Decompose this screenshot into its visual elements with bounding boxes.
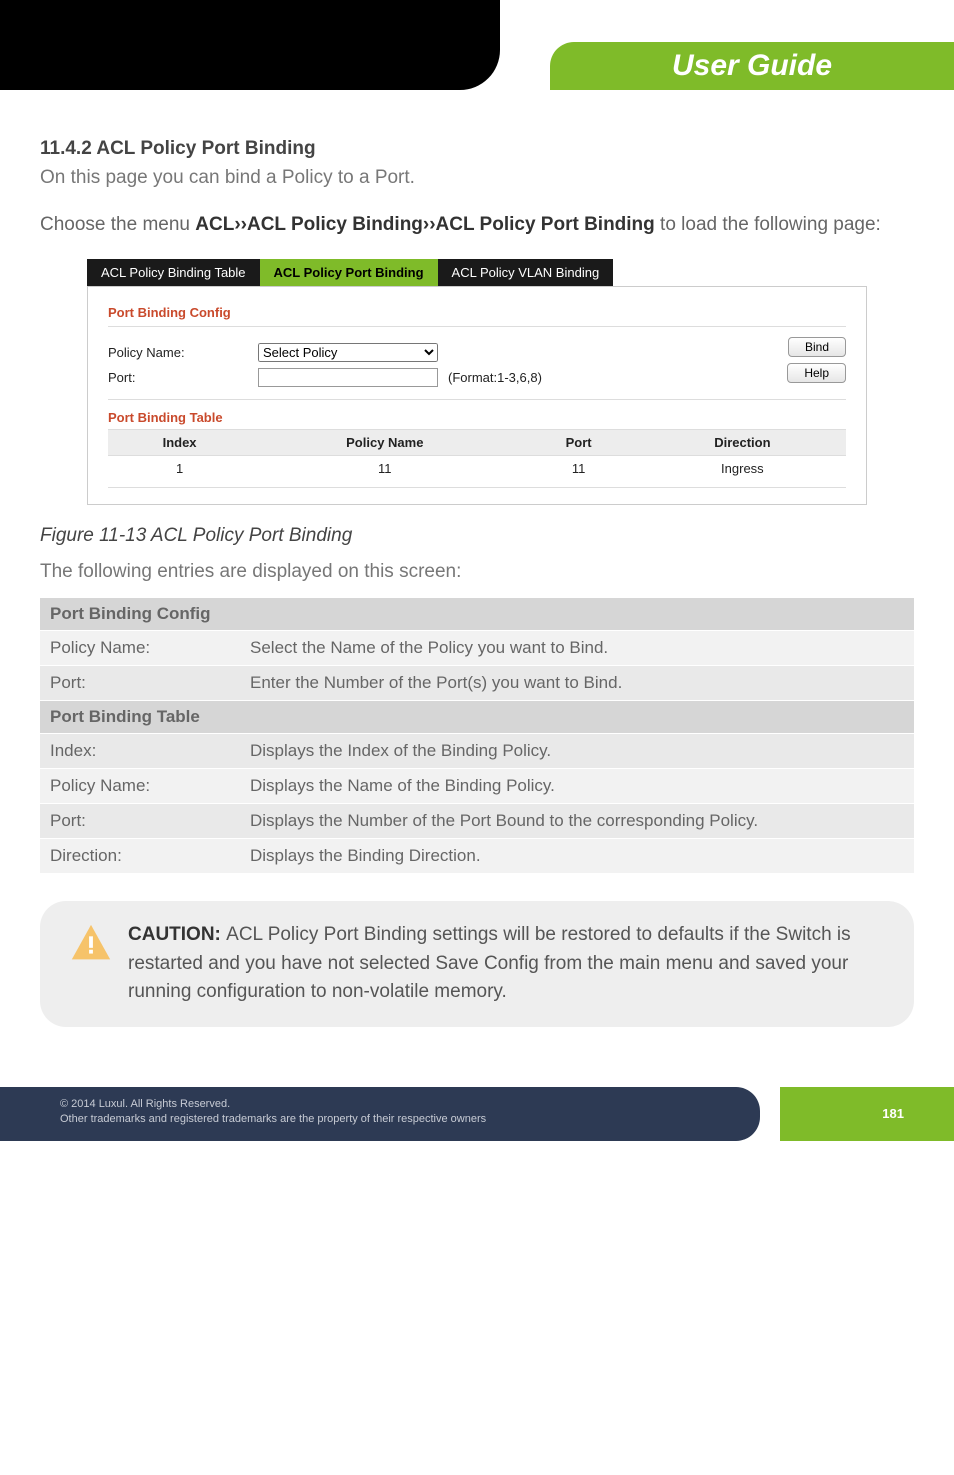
port-binding-config-title: Port Binding Config bbox=[108, 305, 846, 320]
k-direction: Direction: bbox=[40, 839, 240, 874]
footer-copyright-panel: © 2014 Luxul. All Rights Reserved. Other… bbox=[0, 1087, 760, 1141]
caution-body: ACL Policy Port Binding settings will be… bbox=[128, 924, 851, 1002]
k-port-2: Port: bbox=[40, 804, 240, 839]
entries-intro: The following entries are displayed on t… bbox=[40, 561, 914, 583]
banner-black-shape bbox=[0, 0, 500, 90]
footer-page-panel: 181 bbox=[780, 1087, 954, 1141]
th-index: Index bbox=[108, 430, 251, 456]
tab-port-binding[interactable]: ACL Policy Port Binding bbox=[260, 259, 438, 286]
port-format-hint: (Format:1-3,6,8) bbox=[448, 370, 542, 385]
th-port: Port bbox=[518, 430, 638, 456]
v-port-2: Displays the Number of the Port Bound to… bbox=[240, 804, 914, 839]
menu-prefix: Choose the menu bbox=[40, 214, 195, 235]
port-input[interactable] bbox=[258, 368, 438, 387]
tab-row: ACL Policy Binding Table ACL Policy Port… bbox=[87, 259, 867, 286]
th-direction: Direction bbox=[639, 430, 846, 456]
port-binding-table-title: Port Binding Table bbox=[108, 410, 846, 425]
table-row: Port:Enter the Number of the Port(s) you… bbox=[40, 666, 914, 701]
help-button[interactable]: Help bbox=[787, 363, 846, 383]
divider bbox=[108, 487, 846, 488]
table-row: Policy Name:Select the Name of the Polic… bbox=[40, 631, 914, 666]
section-heading: 11.4.2 ACL Policy Port Binding bbox=[40, 138, 914, 160]
caution-label: CAUTION: bbox=[128, 924, 226, 945]
k-port: Port: bbox=[40, 666, 240, 701]
k-index: Index: bbox=[40, 734, 240, 769]
port-binding-table: Index Policy Name Port Direction 1 11 11… bbox=[108, 429, 846, 481]
v-port: Enter the Number of the Port(s) you want… bbox=[240, 666, 914, 701]
caution-box: CAUTION: ACL Policy Port Binding setting… bbox=[40, 901, 914, 1027]
table-row: Index:Displays the Index of the Binding … bbox=[40, 734, 914, 769]
caution-text: CAUTION: ACL Policy Port Binding setting… bbox=[128, 921, 886, 1007]
k-policy-name: Policy Name: bbox=[40, 631, 240, 666]
tab-binding-table[interactable]: ACL Policy Binding Table bbox=[87, 259, 260, 286]
panel: Port Binding Config Policy Name: Select … bbox=[87, 286, 867, 505]
top-banner: User Guide bbox=[0, 0, 954, 130]
v-policy-name-2: Displays the Name of the Binding Policy. bbox=[240, 769, 914, 804]
desc-header-row: Port Binding Table bbox=[40, 701, 914, 734]
section-intro: On this page you can bind a Policy to a … bbox=[40, 164, 914, 193]
divider bbox=[108, 399, 846, 400]
menu-path-bold: ACL››ACL Policy Binding››ACL Policy Port… bbox=[195, 214, 655, 235]
policy-name-row: Policy Name: Select Policy bbox=[108, 343, 787, 362]
page-number: 181 bbox=[882, 1106, 904, 1121]
bind-button[interactable]: Bind bbox=[788, 337, 846, 357]
figure-caption: Figure 11-13 ACL Policy Port Binding bbox=[40, 525, 914, 547]
description-table: Port Binding Config Policy Name:Select t… bbox=[40, 597, 914, 873]
desc-header-row: Port Binding Config bbox=[40, 598, 914, 631]
v-policy-name: Select the Name of the Policy you want t… bbox=[240, 631, 914, 666]
banner-title: User Guide bbox=[672, 49, 832, 83]
policy-name-select[interactable]: Select Policy bbox=[258, 343, 438, 362]
port-row: Port: (Format:1-3,6,8) bbox=[108, 368, 787, 387]
table-header-row: Index Policy Name Port Direction bbox=[108, 430, 846, 456]
policy-name-label: Policy Name: bbox=[108, 345, 258, 360]
banner-green-shape: User Guide bbox=[550, 42, 954, 90]
footer-line-2: Other trademarks and registered trademar… bbox=[60, 1112, 700, 1127]
menu-path: Choose the menu ACL››ACL Policy Binding›… bbox=[40, 211, 914, 240]
table-row: Port:Displays the Number of the Port Bou… bbox=[40, 804, 914, 839]
v-direction: Displays the Binding Direction. bbox=[240, 839, 914, 874]
warning-icon bbox=[68, 921, 114, 1007]
cell-index: 1 bbox=[108, 456, 251, 482]
k-policy-name-2: Policy Name: bbox=[40, 769, 240, 804]
table-row: Policy Name:Displays the Name of the Bin… bbox=[40, 769, 914, 804]
desc-header-2: Port Binding Table bbox=[40, 701, 914, 734]
v-index: Displays the Index of the Binding Policy… bbox=[240, 734, 914, 769]
th-policy: Policy Name bbox=[251, 430, 518, 456]
cell-port: 11 bbox=[518, 456, 638, 482]
footer-line-1: © 2014 Luxul. All Rights Reserved. bbox=[60, 1097, 700, 1112]
tab-vlan-binding[interactable]: ACL Policy VLAN Binding bbox=[438, 259, 614, 286]
footer: © 2014 Luxul. All Rights Reserved. Other… bbox=[0, 1087, 954, 1141]
menu-suffix: to load the following page: bbox=[655, 214, 881, 235]
embedded-screenshot: ACL Policy Binding Table ACL Policy Port… bbox=[87, 259, 867, 505]
divider bbox=[108, 326, 846, 327]
desc-header-1: Port Binding Config bbox=[40, 598, 914, 631]
cell-direction: Ingress bbox=[639, 456, 846, 482]
cell-policy: 11 bbox=[251, 456, 518, 482]
port-label: Port: bbox=[108, 370, 258, 385]
table-row: Direction:Displays the Binding Direction… bbox=[40, 839, 914, 874]
table-row: 1 11 11 Ingress bbox=[108, 456, 846, 482]
